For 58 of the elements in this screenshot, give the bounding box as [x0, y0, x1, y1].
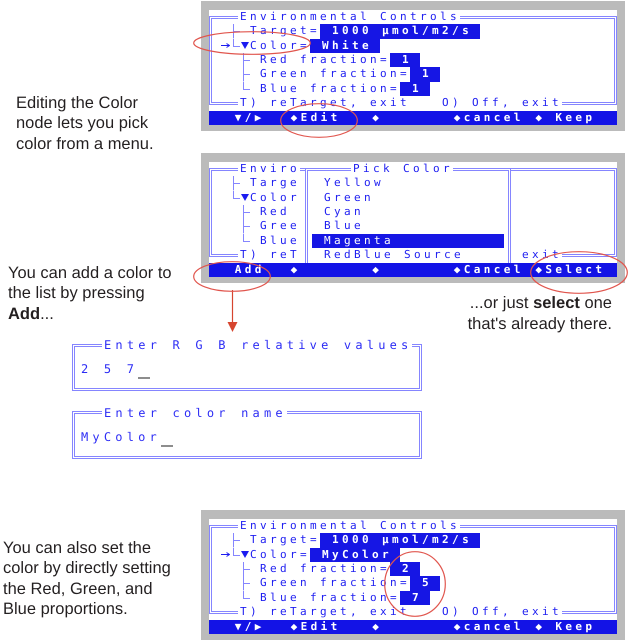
softkey-button[interactable]: ▼/▶ — [209, 620, 291, 634]
setting-label: Blue fraction= — [260, 82, 400, 96]
caption-text: You can also set the color by directly setting the Red, Green, and Blue proportions. — [3, 538, 172, 620]
menu-item[interactable]: Yellow — [312, 176, 504, 191]
setting-value: 7 — [400, 590, 430, 605]
input-field[interactable]: 2 5 7 — [75, 352, 419, 388]
menu-item[interactable]: Magenta — [312, 234, 504, 248]
setting-label: Target= — [250, 533, 320, 548]
softkey-button[interactable]: ◆ Keep — [535, 111, 617, 126]
softkey-button[interactable]: ◆ — [372, 263, 454, 278]
setting-label: Color= — [250, 548, 310, 562]
softkey-button[interactable]: ◆Cancel — [454, 263, 536, 278]
setting-label: Green fraction= — [260, 67, 410, 82]
setting-value: 1 — [410, 67, 440, 82]
setting-value: 1000 μmol/m2/s — [320, 24, 480, 39]
setting-label: Color — [250, 190, 300, 205]
setting-label: Red fraction= — [260, 52, 390, 68]
setting-label: Blue — [260, 234, 300, 248]
shortcut-hint: O) Off, exit — [442, 604, 562, 620]
softkey-button[interactable]: ◆Edit — [290, 111, 372, 126]
softkey-button[interactable]: ◆ — [290, 263, 372, 278]
shortcut-hint: O) Off, exit — [442, 96, 562, 110]
softkey-button[interactable]: Add — [209, 263, 291, 278]
caption-text: Editing the Color node lets you pick color from a menu. — [16, 92, 155, 154]
caption-text: You can add a color to the list by pressing Add... — [8, 262, 172, 324]
shortcut-hint: T) reT — [240, 248, 300, 262]
setting-label: Red — [260, 204, 290, 220]
setting-label: Gree — [260, 219, 300, 234]
softkey-button[interactable]: ◆cancel — [454, 111, 536, 126]
setting-value: 1000 μmol/m2/s — [320, 533, 480, 548]
softkey-button[interactable]: ◆ — [372, 620, 454, 634]
setting-value: MyColor — [310, 548, 400, 562]
dialog-title: Enter color name — [102, 406, 287, 420]
window-title: Environmental Controls — [238, 519, 460, 534]
menu-item[interactable]: RedBlue Source — [312, 248, 504, 262]
menu-item[interactable]: Blue — [312, 219, 504, 234]
setting-label: Red fraction= — [260, 562, 390, 576]
input-field[interactable]: MyColor — [75, 420, 419, 456]
softkey-button[interactable]: ◆cancel — [454, 620, 536, 634]
setting-label: Color= — [250, 38, 310, 53]
menu-item[interactable]: Green — [312, 190, 504, 205]
softkey-button[interactable]: ◆Edit — [290, 620, 372, 634]
dialog-title: Enter R G B relative values — [102, 338, 412, 352]
softkey-button[interactable]: ▼/▶ — [209, 111, 291, 126]
window-title: Environmental Controls — [238, 10, 460, 24]
setting-label: Targe — [250, 176, 300, 191]
callout-arrow — [227, 290, 238, 332]
setting-value: 5 — [410, 576, 440, 591]
setting-value: White — [310, 38, 380, 53]
softkey-button[interactable]: ◆ — [372, 111, 454, 126]
setting-value: 2 — [390, 562, 420, 576]
softkey-button[interactable]: ◆ Keep — [535, 620, 617, 634]
setting-value: 1 — [390, 52, 420, 68]
shortcut-hint: exit — [522, 248, 562, 262]
menu-item[interactable]: Cyan — [312, 204, 504, 220]
caption-text: ...or just select one that's already there. — [467, 293, 612, 334]
shortcut-hint: T) reTarget, exit — [240, 96, 410, 110]
setting-value: 1 — [400, 82, 430, 96]
